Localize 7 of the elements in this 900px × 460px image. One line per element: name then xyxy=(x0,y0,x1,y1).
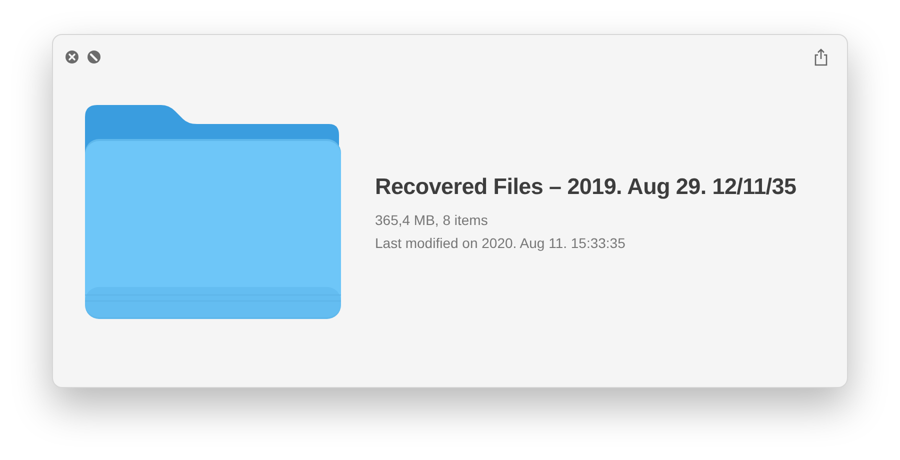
modified-date: Last modified on 2020. Aug 11. 15:33:35 xyxy=(375,234,626,250)
close-button[interactable] xyxy=(65,50,79,64)
folder-icon xyxy=(85,103,341,321)
file-title: Recovered Files – 2019. Aug 29. 12/11/35 xyxy=(375,174,796,200)
share-button[interactable] xyxy=(813,48,829,66)
size-info: 365,4 MB, 8 items xyxy=(375,212,489,228)
fullscreen-button[interactable] xyxy=(87,50,101,64)
